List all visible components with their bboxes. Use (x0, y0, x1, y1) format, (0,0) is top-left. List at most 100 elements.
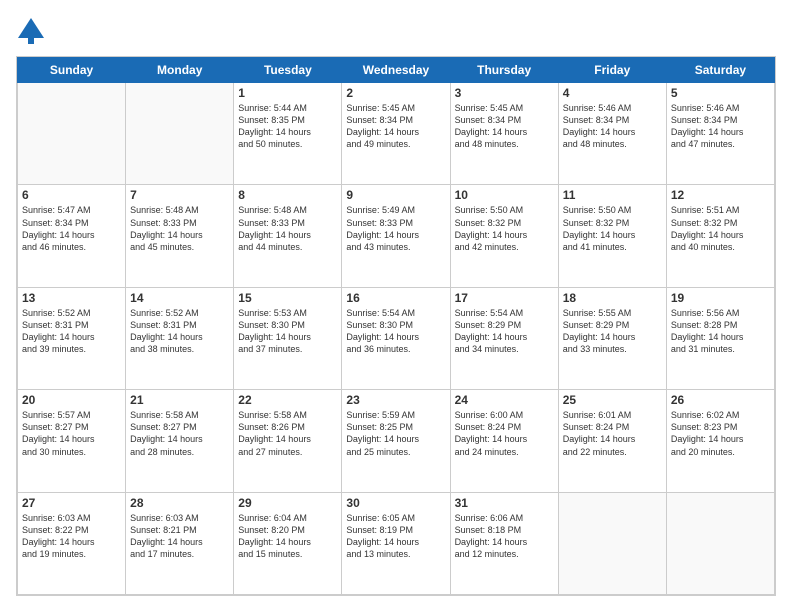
cell-text: Sunrise: 5:56 AM Sunset: 8:28 PM Dayligh… (671, 307, 770, 356)
cell-text: Sunrise: 5:48 AM Sunset: 8:33 PM Dayligh… (130, 204, 229, 253)
day-number: 12 (671, 188, 770, 202)
cell-text: Sunrise: 5:46 AM Sunset: 8:34 PM Dayligh… (671, 102, 770, 151)
cell-text: Sunrise: 5:49 AM Sunset: 8:33 PM Dayligh… (346, 204, 445, 253)
cal-cell-4-1: 28 Sunrise: 6:03 AM Sunset: 8:21 PM Dayli… (126, 492, 234, 594)
header-row: Sunday Monday Tuesday Wednesday Thursday… (18, 58, 775, 83)
day-number: 19 (671, 291, 770, 305)
cell-text: Sunrise: 5:58 AM Sunset: 8:27 PM Dayligh… (130, 409, 229, 458)
day-number: 13 (22, 291, 121, 305)
day-header-wednesday: Wednesday (342, 58, 450, 83)
cal-cell-3-6: 26 Sunrise: 6:02 AM Sunset: 8:23 PM Dayli… (666, 390, 774, 492)
cal-cell-4-0: 27Sunrise: 6:03 AM Sunset: 8:22 PM Dayli… (18, 492, 126, 594)
cal-cell-0-2: 1Sunrise: 5:44 AM Sunset: 8:35 PM Daylig… (234, 83, 342, 185)
cal-cell-0-3: 2Sunrise: 5:45 AM Sunset: 8:34 PM Daylig… (342, 83, 450, 185)
day-number: 10 (455, 188, 554, 202)
day-header-sunday: Sunday (18, 58, 126, 83)
day-number: 4 (563, 86, 662, 100)
day-number: 31 (455, 496, 554, 510)
cal-cell-1-4: 10 Sunrise: 5:50 AM Sunset: 8:32 PM Dayli… (450, 185, 558, 287)
cal-cell-3-5: 25 Sunrise: 6:01 AM Sunset: 8:24 PM Dayli… (558, 390, 666, 492)
cal-cell-4-6 (666, 492, 774, 594)
cell-text: Sunrise: 5:47 AM Sunset: 8:34 PM Dayligh… (22, 204, 121, 253)
calendar: Sunday Monday Tuesday Wednesday Thursday… (16, 56, 776, 596)
cell-text: Sunrise: 5:45 AM Sunset: 8:34 PM Dayligh… (455, 102, 554, 151)
cal-cell-3-0: 20 Sunrise: 5:57 AM Sunset: 8:27 PM Dayli… (18, 390, 126, 492)
cal-cell-0-0 (18, 83, 126, 185)
day-number: 9 (346, 188, 445, 202)
cell-text: Sunrise: 6:06 AM Sunset: 8:18 PM Dayligh… (455, 512, 554, 561)
day-number: 27 (22, 496, 121, 510)
day-number: 28 (130, 496, 229, 510)
cal-cell-4-2: 29 Sunrise: 6:04 AM Sunset: 8:20 PM Dayli… (234, 492, 342, 594)
cell-text: Sunrise: 5:52 AM Sunset: 8:31 PM Dayligh… (130, 307, 229, 356)
cal-cell-1-5: 11 Sunrise: 5:50 AM Sunset: 8:32 PM Dayli… (558, 185, 666, 287)
day-number: 20 (22, 393, 121, 407)
cal-cell-0-1 (126, 83, 234, 185)
week-row-3: 13 Sunrise: 5:52 AM Sunset: 8:31 PM Dayli… (18, 287, 775, 389)
cal-cell-0-4: 3 Sunrise: 5:45 AM Sunset: 8:34 PM Daylig… (450, 83, 558, 185)
logo (16, 16, 50, 46)
day-number: 7 (130, 188, 229, 202)
week-row-4: 20 Sunrise: 5:57 AM Sunset: 8:27 PM Dayli… (18, 390, 775, 492)
calendar-table: Sunday Monday Tuesday Wednesday Thursday… (17, 57, 775, 595)
cal-cell-2-1: 14 Sunrise: 5:52 AM Sunset: 8:31 PM Dayli… (126, 287, 234, 389)
cal-cell-1-1: 7 Sunrise: 5:48 AM Sunset: 8:33 PM Daylig… (126, 185, 234, 287)
cal-cell-2-6: 19 Sunrise: 5:56 AM Sunset: 8:28 PM Dayli… (666, 287, 774, 389)
cal-cell-2-0: 13 Sunrise: 5:52 AM Sunset: 8:31 PM Dayli… (18, 287, 126, 389)
header (16, 16, 776, 46)
cal-cell-2-2: 15Sunrise: 5:53 AM Sunset: 8:30 PM Dayli… (234, 287, 342, 389)
cell-text: Sunrise: 5:54 AM Sunset: 8:29 PM Dayligh… (455, 307, 554, 356)
cal-cell-2-4: 17Sunrise: 5:54 AM Sunset: 8:29 PM Dayli… (450, 287, 558, 389)
cal-cell-4-5 (558, 492, 666, 594)
cell-text: Sunrise: 5:58 AM Sunset: 8:26 PM Dayligh… (238, 409, 337, 458)
day-number: 30 (346, 496, 445, 510)
cell-text: Sunrise: 5:50 AM Sunset: 8:32 PM Dayligh… (563, 204, 662, 253)
day-number: 6 (22, 188, 121, 202)
cell-text: Sunrise: 6:01 AM Sunset: 8:24 PM Dayligh… (563, 409, 662, 458)
day-number: 15 (238, 291, 337, 305)
day-header-thursday: Thursday (450, 58, 558, 83)
day-number: 3 (455, 86, 554, 100)
cal-cell-1-2: 8 Sunrise: 5:48 AM Sunset: 8:33 PM Daylig… (234, 185, 342, 287)
cell-text: Sunrise: 5:48 AM Sunset: 8:33 PM Dayligh… (238, 204, 337, 253)
cell-text: Sunrise: 5:46 AM Sunset: 8:34 PM Dayligh… (563, 102, 662, 151)
page: Sunday Monday Tuesday Wednesday Thursday… (0, 0, 792, 612)
cal-cell-1-6: 12 Sunrise: 5:51 AM Sunset: 8:32 PM Dayli… (666, 185, 774, 287)
day-number: 11 (563, 188, 662, 202)
cell-text: Sunrise: 5:55 AM Sunset: 8:29 PM Dayligh… (563, 307, 662, 356)
day-header-friday: Friday (558, 58, 666, 83)
cell-text: Sunrise: 5:57 AM Sunset: 8:27 PM Dayligh… (22, 409, 121, 458)
day-number: 22 (238, 393, 337, 407)
cell-text: Sunrise: 5:54 AM Sunset: 8:30 PM Dayligh… (346, 307, 445, 356)
week-row-2: 6 Sunrise: 5:47 AM Sunset: 8:34 PM Daylig… (18, 185, 775, 287)
cell-text: Sunrise: 5:50 AM Sunset: 8:32 PM Dayligh… (455, 204, 554, 253)
day-number: 5 (671, 86, 770, 100)
day-number: 18 (563, 291, 662, 305)
cal-cell-0-6: 5 Sunrise: 5:46 AM Sunset: 8:34 PM Daylig… (666, 83, 774, 185)
day-number: 26 (671, 393, 770, 407)
cal-cell-4-3: 30 Sunrise: 6:05 AM Sunset: 8:19 PM Dayli… (342, 492, 450, 594)
day-number: 29 (238, 496, 337, 510)
week-row-1: 1Sunrise: 5:44 AM Sunset: 8:35 PM Daylig… (18, 83, 775, 185)
cell-text: Sunrise: 5:52 AM Sunset: 8:31 PM Dayligh… (22, 307, 121, 356)
cell-text: Sunrise: 6:00 AM Sunset: 8:24 PM Dayligh… (455, 409, 554, 458)
cal-cell-1-0: 6 Sunrise: 5:47 AM Sunset: 8:34 PM Daylig… (18, 185, 126, 287)
day-number: 8 (238, 188, 337, 202)
cell-text: Sunrise: 6:05 AM Sunset: 8:19 PM Dayligh… (346, 512, 445, 561)
cell-text: Sunrise: 6:02 AM Sunset: 8:23 PM Dayligh… (671, 409, 770, 458)
day-number: 14 (130, 291, 229, 305)
cell-text: Sunrise: 5:51 AM Sunset: 8:32 PM Dayligh… (671, 204, 770, 253)
cal-cell-2-3: 16Sunrise: 5:54 AM Sunset: 8:30 PM Dayli… (342, 287, 450, 389)
cell-text: Sunrise: 6:03 AM Sunset: 8:21 PM Dayligh… (130, 512, 229, 561)
cell-text: Sunrise: 6:04 AM Sunset: 8:20 PM Dayligh… (238, 512, 337, 561)
cal-cell-3-2: 22 Sunrise: 5:58 AM Sunset: 8:26 PM Dayli… (234, 390, 342, 492)
cal-cell-0-5: 4 Sunrise: 5:46 AM Sunset: 8:34 PM Daylig… (558, 83, 666, 185)
day-number: 25 (563, 393, 662, 407)
week-row-5: 27Sunrise: 6:03 AM Sunset: 8:22 PM Dayli… (18, 492, 775, 594)
day-number: 23 (346, 393, 445, 407)
cal-cell-3-1: 21Sunrise: 5:58 AM Sunset: 8:27 PM Dayli… (126, 390, 234, 492)
cal-cell-3-3: 23Sunrise: 5:59 AM Sunset: 8:25 PM Dayli… (342, 390, 450, 492)
cal-cell-2-5: 18 Sunrise: 5:55 AM Sunset: 8:29 PM Dayli… (558, 287, 666, 389)
day-number: 24 (455, 393, 554, 407)
cal-cell-3-4: 24 Sunrise: 6:00 AM Sunset: 8:24 PM Dayli… (450, 390, 558, 492)
